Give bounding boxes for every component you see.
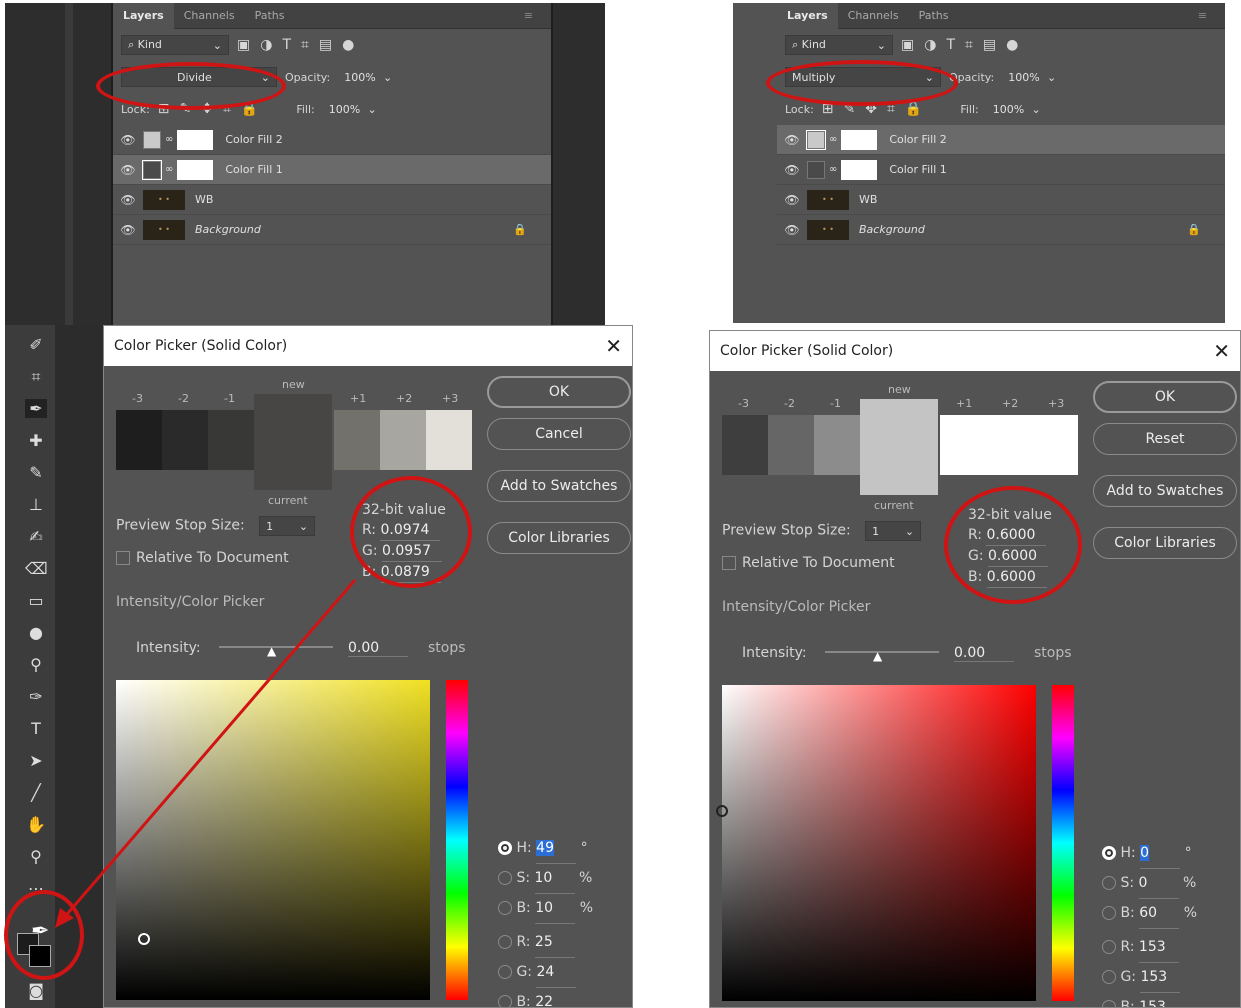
annotation-arrow xyxy=(55,579,357,928)
